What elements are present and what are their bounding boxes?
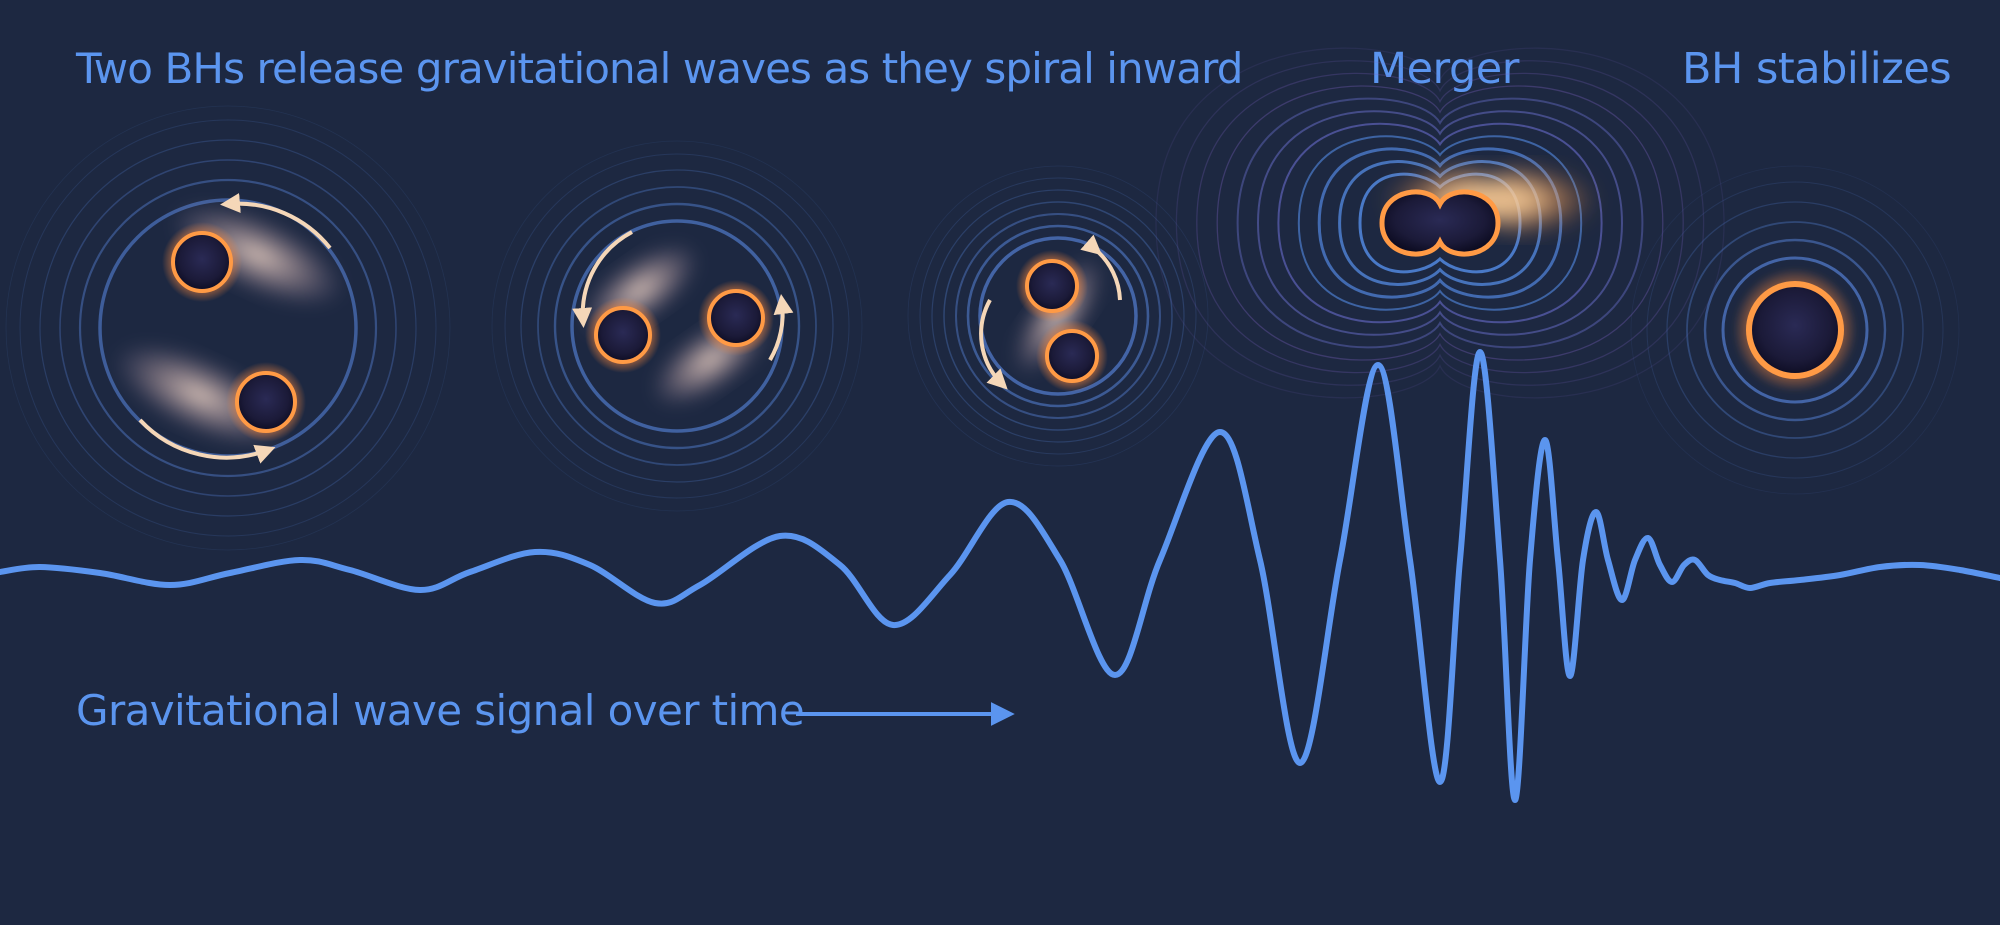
black-hole-icon	[226, 362, 306, 442]
stage-1-binary	[5, 105, 451, 551]
ringdown-stage	[1630, 165, 1960, 495]
black-hole-icon	[1036, 320, 1108, 392]
black-hole-icon	[585, 297, 661, 373]
gw-diagram: Two BHs release gravitational waves as t…	[0, 0, 2000, 925]
black-hole-icon	[162, 222, 242, 302]
merger-stage	[1155, 47, 1725, 399]
black-hole-icon	[1016, 250, 1088, 322]
stage-2-binary	[491, 140, 863, 512]
illustration	[0, 47, 2000, 803]
stage-3-binary	[907, 165, 1209, 467]
black-hole-icon	[1733, 268, 1857, 392]
black-hole-icon	[698, 280, 774, 356]
